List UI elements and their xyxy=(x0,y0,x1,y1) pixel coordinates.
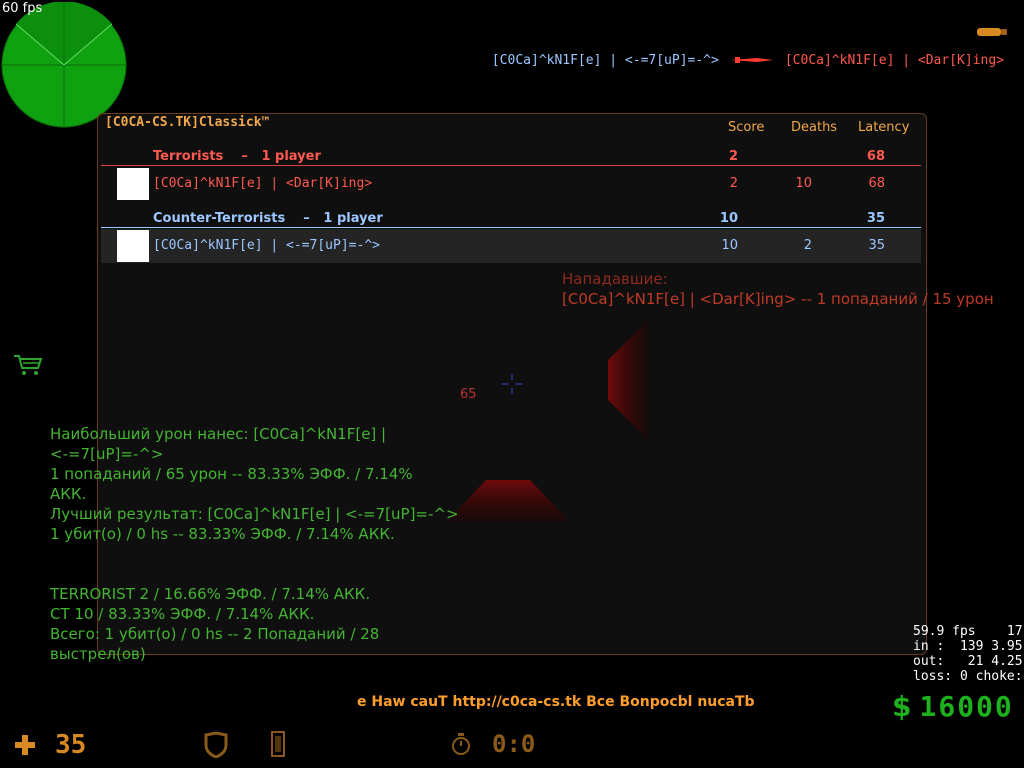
team-ct-score: 10 xyxy=(719,211,738,226)
armor-value-icon xyxy=(271,731,285,757)
round-timer: 0:0 xyxy=(492,730,536,758)
stats-line: 1 убит(о) / 0 hs -- 83.33% ЭФФ. / 7.14% … xyxy=(50,525,395,543)
player-deaths: 2 xyxy=(803,238,812,253)
stats-line: TERRORIST 2 / 16.66% ЭФФ. / 7.14% АКК. xyxy=(50,585,371,603)
server-message: e Haw cauT http://c0ca-cs.tk Bce Bonpocb… xyxy=(357,694,755,710)
stats-line: Всего: 1 убит(о) / 0 hs -- 2 Попаданий /… xyxy=(50,625,380,643)
team-divider xyxy=(101,227,921,228)
attackers-line: [C0Ca]^kN1F[e] | <Dar[K]ing> -- 1 попада… xyxy=(562,290,994,308)
damage-number: 65 xyxy=(460,387,477,402)
stats-line: CT 10 / 83.33% ЭФФ. / 7.14% АКК. xyxy=(50,605,315,623)
server-name: [C0CA-CS.TK]Classick™ xyxy=(105,115,270,130)
avatar xyxy=(117,168,149,200)
player-latency: 68 xyxy=(868,176,885,191)
player-score: 10 xyxy=(721,238,738,253)
crosshair-icon xyxy=(502,374,522,394)
killfeed-killer: [C0Ca]^kN1F[e] | <-=7[uP]=-^> xyxy=(491,52,719,68)
stats-line: Лучший результат: [C0Ca]^kN1F[e] | <-=7[… xyxy=(50,505,459,523)
stats-line: выстрел(ов) xyxy=(50,645,146,663)
team-ct-label: Counter-Terrorists – 1 player xyxy=(153,211,383,226)
team-divider xyxy=(101,165,921,166)
stats-line: <-=7[uP]=-^> xyxy=(50,445,164,463)
health-value: 35 xyxy=(55,730,87,760)
radar xyxy=(1,2,127,128)
armor-shield-icon xyxy=(204,732,228,758)
knife-icon xyxy=(730,57,773,63)
player-deaths: 10 xyxy=(795,176,812,191)
health-cross-icon xyxy=(15,735,35,755)
money-display: $ 16000 xyxy=(892,689,1014,723)
team-terrorists-label: Terrorists – 1 player xyxy=(153,149,321,164)
team-terrorists-latency: 68 xyxy=(866,149,885,164)
player-name: [C0Ca]^kN1F[e] | <Dar[K]ing> xyxy=(153,176,373,191)
net-graph: 59.9 fps 17 min : 139 3.95 kout: 21 4.25… xyxy=(913,624,1023,684)
killfeed-victim: [C0Ca]^kN1F[e] | <Dar[K]ing> xyxy=(784,52,1004,68)
player-latency: 35 xyxy=(868,238,885,253)
column-latency: Latency xyxy=(858,120,910,135)
stopwatch-icon xyxy=(452,733,470,755)
player-name: [C0Ca]^kN1F[e] | <-=7[uP]=-^> xyxy=(153,238,380,253)
avatar xyxy=(117,230,149,262)
damage-indicator-bottom xyxy=(446,480,570,522)
column-deaths: Deaths xyxy=(791,120,838,135)
team-ct-latency: 35 xyxy=(866,211,885,226)
attackers-title: Нападавшие: xyxy=(562,270,668,288)
team-terrorists-score: 2 xyxy=(728,149,738,164)
stats-line: 1 попаданий / 65 урон -- 83.33% ЭФФ. / 7… xyxy=(50,465,413,483)
stats-line: АКК. xyxy=(50,485,87,503)
bullet-icon xyxy=(977,28,1007,36)
damage-indicator-right xyxy=(608,320,648,440)
fps-counter: 60 fps xyxy=(2,1,43,16)
buy-cart-icon[interactable] xyxy=(13,354,43,376)
stats-line: Наибольший урон нанес: [C0Ca]^kN1F[e] | xyxy=(50,425,387,443)
money-value: 16000 xyxy=(919,689,1014,723)
player-score: 2 xyxy=(729,176,738,191)
money-sign: $ xyxy=(892,689,912,723)
column-score: Score xyxy=(728,120,765,135)
kill-feed: [C0Ca]^kN1F[e] | <-=7[uP]=-^> [C0Ca]^kN1… xyxy=(492,52,1004,68)
